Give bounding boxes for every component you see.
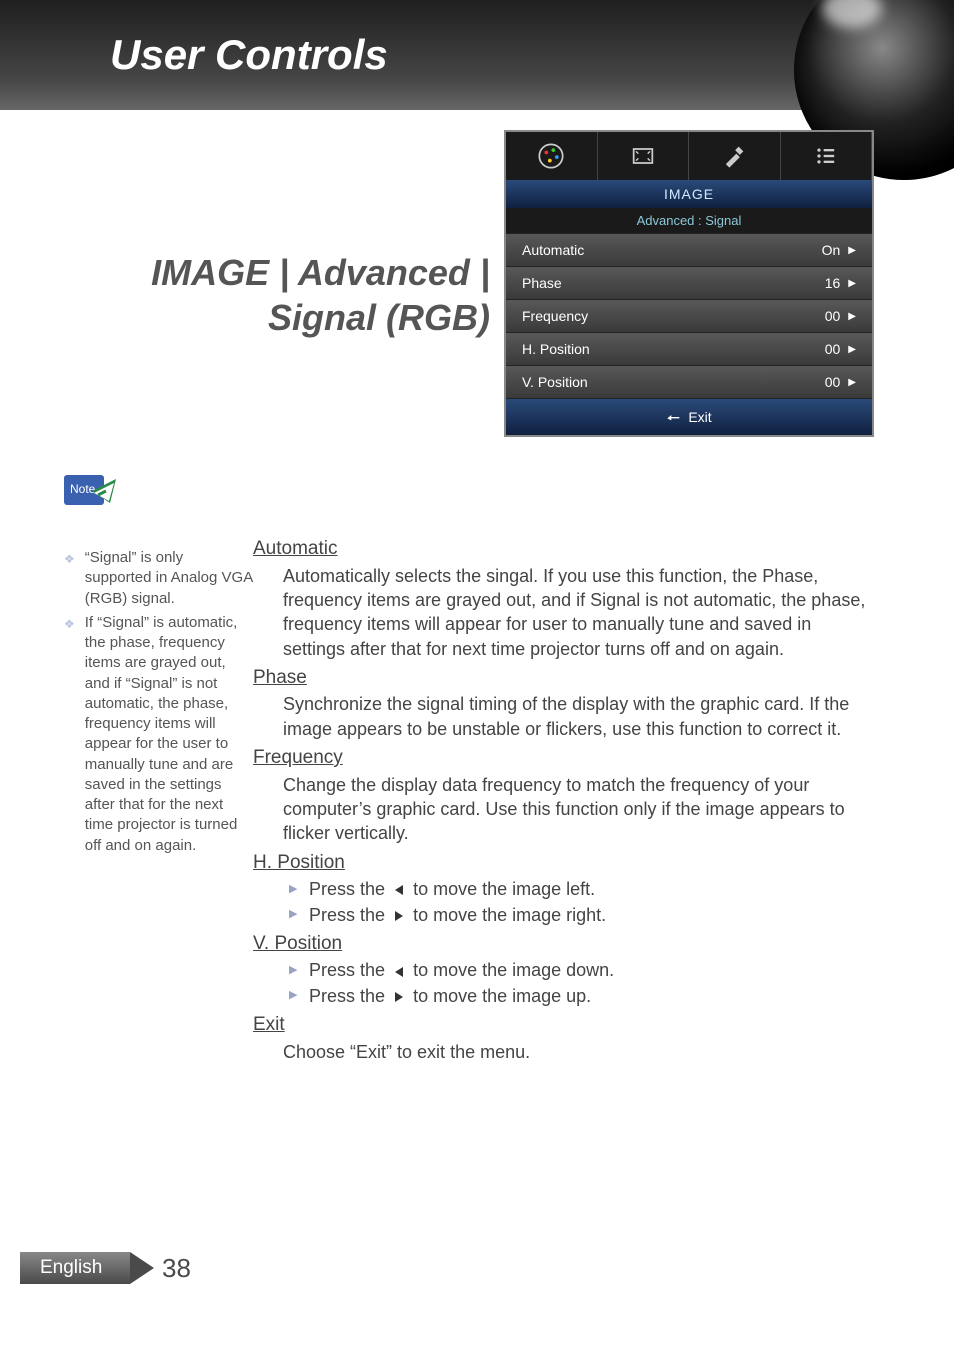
osd-row-value: 16 <box>825 275 841 291</box>
osd-row-hposition[interactable]: H. Position 00 ▶ <box>506 332 872 365</box>
footer: English 38 <box>20 1252 191 1284</box>
osd-tab-bar <box>506 132 872 180</box>
header-title: User Controls <box>110 31 388 79</box>
osd-row-automatic[interactable]: Automatic On ▶ <box>506 233 872 266</box>
triangle-bullet-icon: ▶ <box>289 963 299 978</box>
osd-row-label: Phase <box>522 275 825 291</box>
list-item: ▶ Press the to move the image right. <box>289 903 873 927</box>
chevron-right-icon: ▶ <box>848 245 856 256</box>
osd-row-label: H. Position <box>522 341 825 357</box>
osd-subtitle: Advanced : Signal <box>506 208 872 233</box>
main-content: Automatic Automatically selects the sing… <box>253 532 873 1068</box>
diamond-bullet-icon: ❖ <box>64 551 75 609</box>
list-item-text: Press the to move the image left. <box>309 877 595 901</box>
text-part: to move the image right. <box>413 905 606 925</box>
text-part: Press the <box>309 905 390 925</box>
text-part: Press the <box>309 879 390 899</box>
screen-icon <box>629 142 657 170</box>
chevron-right-icon: ▶ <box>848 344 856 355</box>
arrow-left-icon <box>392 883 406 897</box>
arrow-left-icon <box>392 965 406 979</box>
osd-title: IMAGE <box>506 180 872 208</box>
text-part: to move the image down. <box>413 960 614 980</box>
diamond-bullet-icon: ❖ <box>64 616 75 856</box>
section-heading-vposition: V. Position <box>253 931 873 957</box>
page-title: IMAGE | Advanced | Signal (RGB) <box>90 250 490 340</box>
note-icon-label: Note <box>70 482 96 496</box>
osd-row-label: V. Position <box>522 374 825 390</box>
osd-row-label: Frequency <box>522 308 825 324</box>
list-item-text: Press the to move the image right. <box>309 903 606 927</box>
list-item-text: Press the to move the image down. <box>309 958 614 982</box>
list-item: ▶ Press the to move the image down. <box>289 958 873 982</box>
text-part: to move the image left. <box>413 879 595 899</box>
osd-row-value: 00 <box>825 374 841 390</box>
side-note-text: If “Signal” is automatic, the phase, fre… <box>85 613 254 856</box>
side-note-item: ❖ “Signal” is only supported in Analog V… <box>64 548 254 609</box>
section-body-automatic: Automatically selects the singal. If you… <box>283 564 873 661</box>
section-heading-hposition: H. Position <box>253 850 873 876</box>
text-part: Press the <box>309 960 390 980</box>
section-body-frequency: Change the display data frequency to mat… <box>283 773 873 846</box>
osd-row-frequency[interactable]: Frequency 00 ▶ <box>506 299 872 332</box>
osd-row-value: 00 <box>825 341 841 357</box>
list-item-text: Press the to move the image up. <box>309 984 591 1008</box>
osd-tab-options[interactable] <box>781 132 873 180</box>
side-note-item: ❖ If “Signal” is automatic, the phase, f… <box>64 613 254 856</box>
osd-row-vposition[interactable]: V. Position 00 ▶ <box>506 365 872 398</box>
osd-row-value: 00 <box>825 308 841 324</box>
section-heading-phase: Phase <box>253 665 873 691</box>
osd-tab-setup[interactable] <box>689 132 781 180</box>
osd-exit-row[interactable]: Exit <box>506 398 872 435</box>
osd-row-label: Automatic <box>522 242 822 258</box>
tools-icon <box>720 142 748 170</box>
arrow-right-icon <box>392 990 406 1004</box>
osd-row-phase[interactable]: Phase 16 ▶ <box>506 266 872 299</box>
triangle-bullet-icon: ▶ <box>289 907 299 922</box>
osd-row-value: On <box>822 242 841 258</box>
osd-exit-label: Exit <box>688 409 711 425</box>
arrow-right-icon <box>392 909 406 923</box>
chevron-right-icon: ▶ <box>848 377 856 388</box>
header-bar: User Controls <box>0 0 954 110</box>
note-icon: Note <box>62 473 120 525</box>
chevron-right-icon: ▶ <box>848 311 856 322</box>
text-part: Press the <box>309 986 390 1006</box>
list-item: ▶ Press the to move the image left. <box>289 877 873 901</box>
return-arrow-icon <box>666 410 682 424</box>
footer-language: English <box>20 1252 130 1284</box>
triangle-bullet-icon: ▶ <box>289 988 299 1003</box>
section-body-exit: Choose “Exit” to exit the menu. <box>283 1040 873 1064</box>
section-heading-exit: Exit <box>253 1012 873 1038</box>
side-note-text: “Signal” is only supported in Analog VGA… <box>85 548 254 609</box>
osd-tab-image[interactable] <box>506 132 598 180</box>
side-notes: ❖ “Signal” is only supported in Analog V… <box>64 548 254 860</box>
osd-menu: IMAGE Advanced : Signal Automatic On ▶ P… <box>504 130 874 437</box>
triangle-bullet-icon: ▶ <box>289 882 299 897</box>
list-item: ▶ Press the to move the image up. <box>289 984 873 1008</box>
footer-page-number: 38 <box>162 1253 191 1284</box>
palette-icon <box>537 142 565 170</box>
section-heading-automatic: Automatic <box>253 536 873 562</box>
text-part: to move the image up. <box>413 986 591 1006</box>
list-icon <box>812 142 840 170</box>
section-heading-frequency: Frequency <box>253 745 873 771</box>
osd-tab-display[interactable] <box>598 132 690 180</box>
chevron-right-icon: ▶ <box>848 278 856 289</box>
section-body-phase: Synchronize the signal timing of the dis… <box>283 692 873 741</box>
